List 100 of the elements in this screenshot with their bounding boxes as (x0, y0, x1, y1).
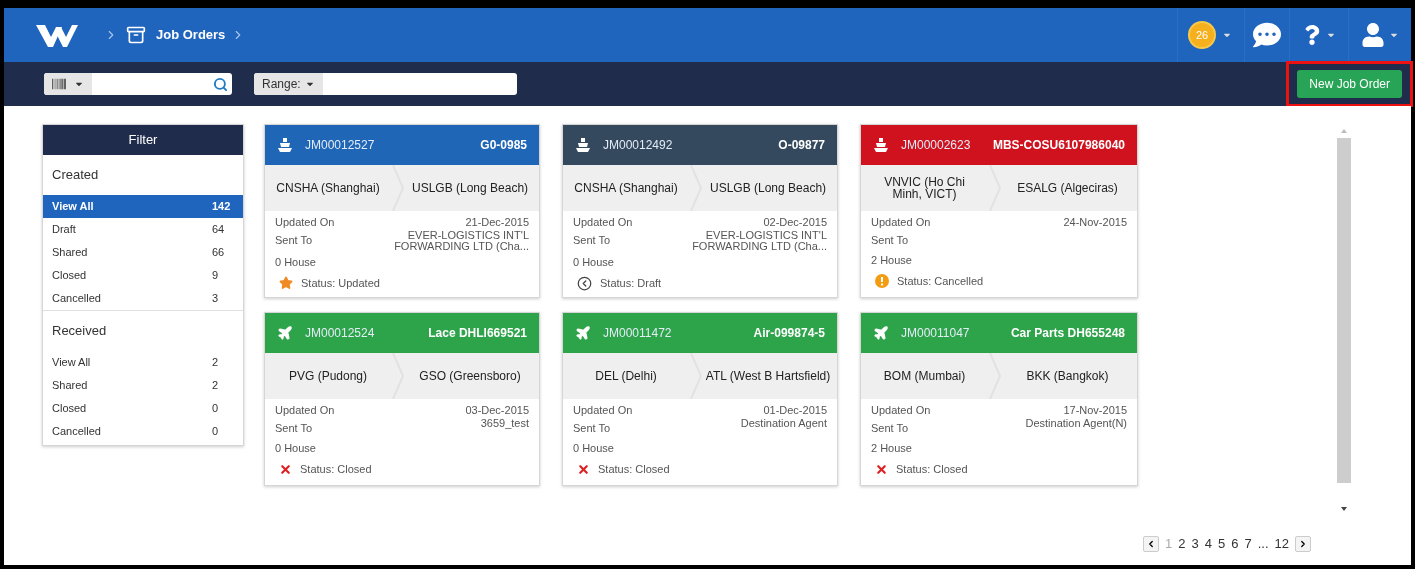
status-text: Status: Updated (301, 275, 380, 291)
sent-to-value: 3659_test (479, 418, 529, 429)
page-link[interactable]: 6 (1231, 534, 1239, 554)
destination-port: USLGB (Long Beach) (709, 182, 828, 194)
job-id: JM00012524 (305, 325, 375, 342)
job-id: JM00012492 (603, 137, 673, 154)
job-card[interactable]: JM00011472 Air-099874-5 DEL (Delhi) ATL (West B Hartsfield) Updated On 01-Dec-2015 Sent To Destination Agent 0 House Status: Closed (562, 312, 838, 486)
page-link[interactable]: 4 (1204, 534, 1212, 554)
range-field[interactable]: Range: (254, 73, 517, 95)
plane-icon (575, 325, 591, 341)
status-text: Status: Closed (300, 461, 372, 477)
filter-item[interactable]: Closed 0 (43, 397, 243, 420)
destination-port: ATL (West B Hartsfield) (704, 370, 832, 382)
ship-icon (575, 137, 591, 153)
ship-icon (873, 137, 889, 153)
status-text: Status: Closed (896, 461, 968, 477)
page-link[interactable]: 2 (1178, 534, 1186, 554)
sent-to-label: Sent To (871, 421, 909, 436)
filter-item[interactable]: Draft 64 (43, 218, 243, 241)
page-link[interactable]: 7 (1244, 534, 1252, 554)
house-count: 0 House (275, 440, 316, 456)
job-reference: G0-0985 (480, 137, 527, 154)
filter-item[interactable]: Cancelled 3 (43, 287, 243, 310)
job-card[interactable]: JM00012527 G0-0985 CNSHA (Shanghai) USLGB (Long Beach) Updated On 21-Dec-2015 Sent To EVER-LOGISTICS INT'L FORWARDING LTD (Cha... 0 House Status: Updated (264, 124, 540, 298)
destination-port: BKK (Bangkok) (1025, 370, 1110, 382)
filter-item[interactable]: Cancelled 0 (43, 420, 243, 443)
scrollbar-thumb[interactable] (1336, 138, 1351, 483)
plane-icon (873, 325, 889, 341)
previous-page-button[interactable] (1143, 535, 1160, 552)
updated-label: Updated On (573, 214, 633, 230)
cross-icon (875, 462, 888, 476)
job-reference: MBS-COSU6107986040 (992, 137, 1125, 154)
sent-to-label: Sent To (275, 233, 313, 248)
filter-item[interactable]: Closed 9 (43, 264, 243, 287)
job-card[interactable]: JM00002623 MBS-COSU6107986040 VNVIC (Ho Chi Minh, VICT) ESALG (Algeciras) Updated On 24-Nov-2015 Sent To 2 House Status: Cancelled (860, 124, 1138, 298)
user-icon (1361, 23, 1385, 47)
updated-date: 02-Dec-2015 (763, 214, 827, 230)
page-link[interactable]: 5 (1218, 534, 1226, 554)
barcode-dropdown[interactable] (44, 73, 92, 95)
updated-label: Updated On (871, 402, 931, 418)
job-card[interactable]: JM00012492 O-09877 CNSHA (Shanghai) USLGB (Long Beach) Updated On 02-Dec-2015 Sent To EVER-LOGISTICS INT'L FORWARDING LTD (Cha... 0 House Status: Draft (562, 124, 838, 298)
destination-port: GSO (Greensboro) (418, 370, 522, 382)
job-id: JM00012527 (305, 137, 375, 154)
status-text: Status: Cancelled (897, 273, 984, 289)
filter-title: Filter (43, 125, 243, 155)
next-page-button[interactable] (1295, 535, 1311, 552)
sent-to-label: Sent To (573, 421, 611, 436)
filter-item[interactable]: Shared 2 (43, 374, 243, 397)
scan-search-field[interactable] (44, 73, 232, 95)
updated-date: 01-Dec-2015 (763, 402, 827, 418)
status-text: Status: Closed (598, 461, 670, 477)
notification-badge: 26 (1190, 23, 1214, 47)
job-id: JM00011047 (901, 325, 970, 342)
range-dropdown[interactable]: Range: (254, 73, 323, 95)
chevron-right-icon (1298, 538, 1308, 549)
updated-label: Updated On (871, 214, 931, 230)
logo-icon[interactable] (36, 23, 78, 47)
origin-port: VNVIC (Ho Chi Minh, VICT) (883, 176, 966, 200)
search-icon[interactable] (213, 76, 228, 92)
sent-to-value: Destination Agent(N) (1024, 418, 1127, 429)
sent-to-value: Destination Agent (739, 418, 827, 429)
job-reference: Air-099874-5 (753, 325, 825, 342)
route-chevron-icon (391, 353, 406, 399)
ship-icon (277, 137, 293, 153)
sent-to-label: Sent To (871, 233, 909, 248)
route-chevron-icon (987, 165, 1002, 211)
archive-icon (126, 25, 146, 45)
back-circle-icon (577, 275, 592, 291)
cross-icon (279, 462, 292, 476)
job-card[interactable]: JM00012524 Lace DHLI669521 PVG (Pudong) GSO (Greensboro) Updated On 03-Dec-2015 Sent To 3659_test 0 House Status: Closed (264, 312, 540, 486)
house-count: 0 House (573, 254, 614, 270)
origin-port: BOM (Mumbai) (882, 370, 967, 382)
sent-to-value: EVER-LOGISTICS INT'L FORWARDING LTD (Cha... (393, 230, 529, 252)
route-chevron-icon (391, 165, 406, 211)
page-link[interactable]: ... (1257, 534, 1269, 554)
sent-to-label: Sent To (573, 233, 611, 248)
house-count: 2 House (871, 440, 912, 456)
star-icon (279, 276, 293, 290)
status-text: Status: Draft (600, 275, 662, 291)
warning-icon (875, 274, 889, 288)
job-card[interactable]: JM00011047 Car Parts DH655248 BOM (Mumbai) BKK (Bangkok) Updated On 17-Nov-2015 Sent To Destination Agent(N) 2 House Status: Closed (860, 312, 1138, 486)
filter-item[interactable]: Shared 66 (43, 241, 243, 264)
filter-item[interactable]: View All 2 (43, 351, 243, 374)
sent-to-value: EVER-LOGISTICS INT'L FORWARDING LTD (Cha... (691, 230, 827, 252)
page-link[interactable]: 3 (1191, 534, 1199, 554)
updated-date: 03-Dec-2015 (465, 402, 529, 418)
updated-label: Updated On (275, 214, 335, 230)
updated-date: 17-Nov-2015 (1063, 402, 1127, 418)
origin-port: DEL (Delhi) (594, 370, 658, 382)
house-count: 2 House (871, 252, 912, 268)
updated-date: 24-Nov-2015 (1063, 214, 1127, 230)
barcode-icon (52, 77, 66, 91)
house-count: 0 House (573, 440, 614, 456)
cross-icon (577, 462, 590, 476)
filter-item[interactable]: View All 142 (43, 195, 243, 218)
page-link[interactable]: 12 (1274, 534, 1289, 554)
job-id: JM00002623 (901, 137, 971, 154)
breadcrumb-title[interactable]: Job Orders (156, 25, 226, 45)
destination-port: USLGB (Long Beach) (411, 182, 530, 194)
route-chevron-icon (987, 353, 1002, 399)
